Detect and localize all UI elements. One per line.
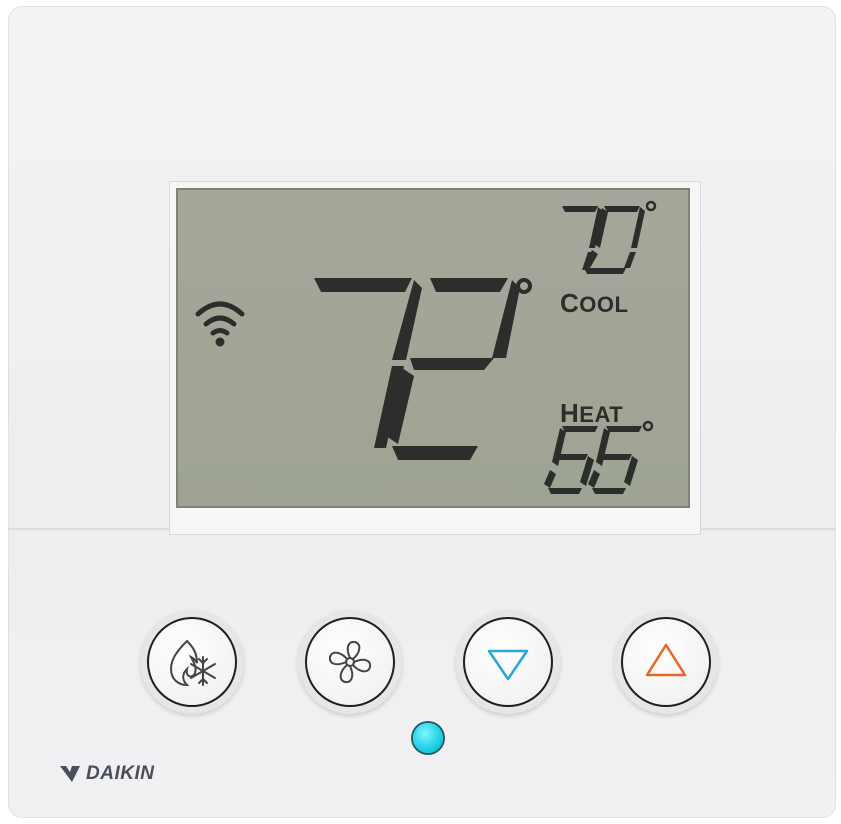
lcd-display: COOL HEAT xyxy=(176,188,690,508)
wifi-icon xyxy=(195,301,245,347)
fan-button[interactable] xyxy=(298,610,402,714)
triangle-down-icon xyxy=(487,649,529,681)
lcd-graphics xyxy=(195,200,657,494)
flame-snowflake-icon xyxy=(169,639,216,687)
brand-logo: DAIKIN xyxy=(58,762,154,786)
cool-label-rest: OOL xyxy=(579,292,629,317)
current-temp-digit-2 xyxy=(386,278,520,460)
fan-icon xyxy=(328,640,372,684)
status-led xyxy=(413,723,443,753)
heat-label-cap: H xyxy=(560,398,580,428)
temp-up-button[interactable] xyxy=(614,610,718,714)
current-temp-degree xyxy=(516,278,532,294)
cool-mode-label: COOL xyxy=(560,288,628,319)
current-temp-digit-7 xyxy=(314,278,422,448)
heat-setpoint-digits xyxy=(544,426,642,494)
mode-button[interactable] xyxy=(140,610,244,714)
brand-name: DAIKIN xyxy=(86,763,155,784)
heat-mode-label: HEAT xyxy=(560,398,623,429)
cool-setpoint-digits xyxy=(562,206,645,274)
cool-setpoint-degree xyxy=(645,200,657,212)
heat-setpoint-degree xyxy=(642,420,654,432)
triangle-up-icon xyxy=(645,643,687,677)
daikin-logo-icon xyxy=(60,766,80,782)
cool-label-cap: C xyxy=(560,288,580,318)
heat-label-rest: EAT xyxy=(579,402,624,427)
temp-down-button[interactable] xyxy=(456,610,560,714)
